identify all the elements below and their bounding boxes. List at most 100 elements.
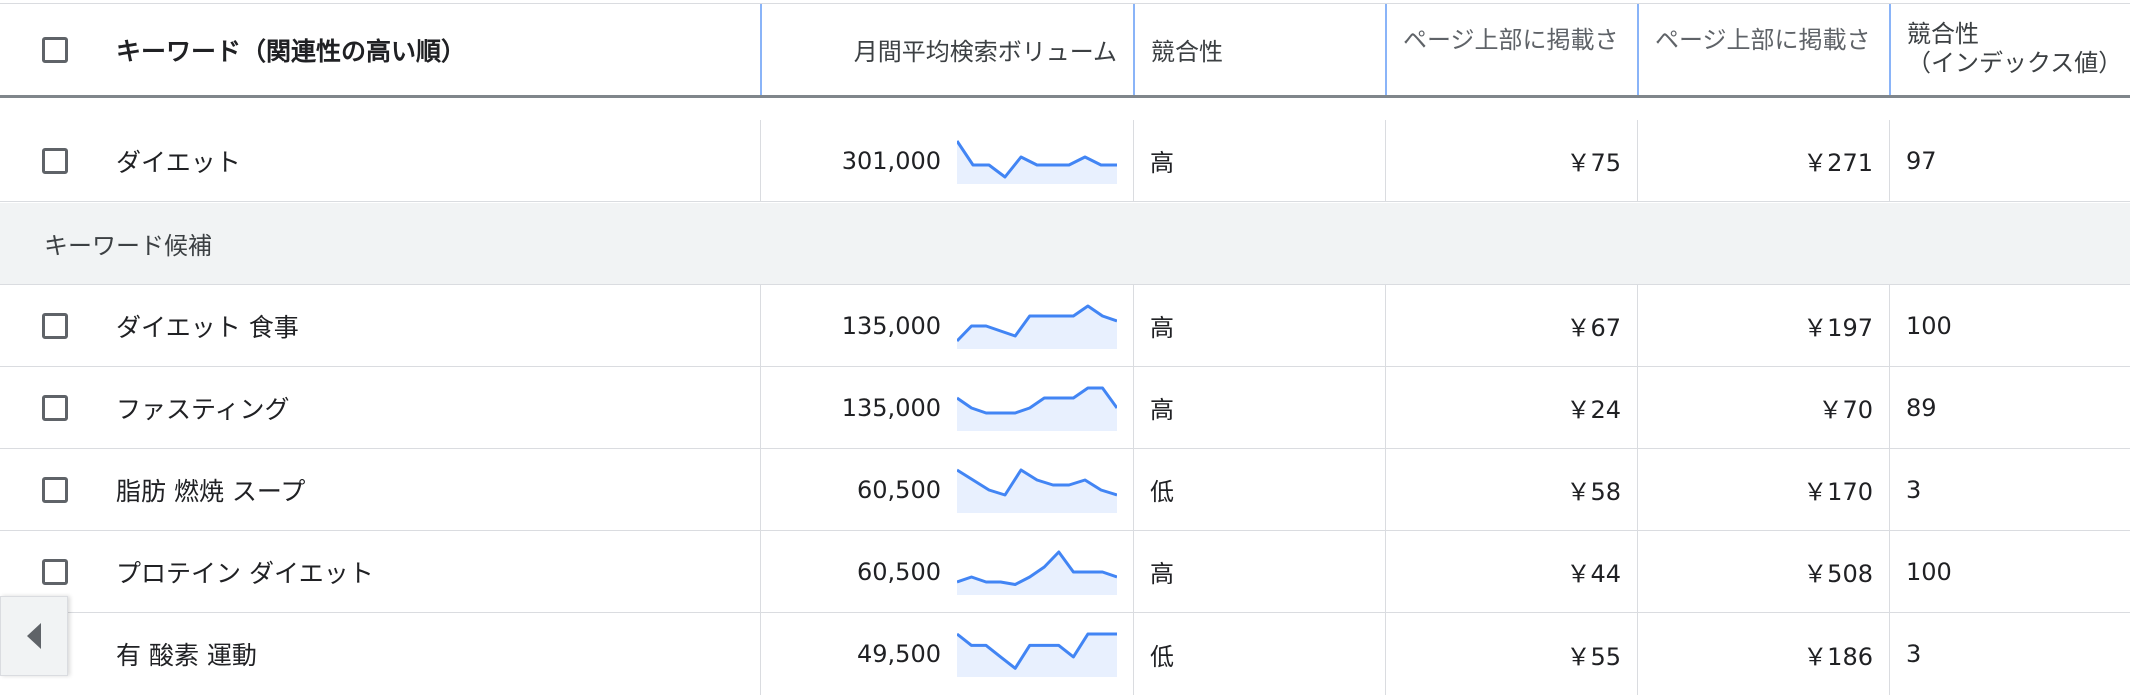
header-bid-high[interactable]: ページ上部に掲載さ (1637, 4, 1889, 95)
header-competition[interactable]: 競合性 (1133, 4, 1385, 95)
volume-value: 135,000 (841, 393, 941, 422)
row-checkbox[interactable] (42, 558, 68, 585)
header-bid-high-label: ページ上部に掲載さ (1655, 26, 1871, 54)
volume-value: 301,000 (841, 146, 941, 175)
comp-index-value: 3 (1906, 640, 1922, 668)
trend-sparkline (957, 386, 1117, 431)
volume-cell: 135,000 (760, 367, 1133, 448)
keyword-cell: プロテイン ダイエット (110, 531, 760, 612)
comp-index-value: 97 (1906, 146, 1937, 175)
bid-low-cell: ￥55 (1385, 613, 1637, 695)
bid-low-cell: ￥75 (1385, 120, 1637, 201)
volume-cell: 135,000 (760, 285, 1133, 366)
table-row[interactable]: ダイエット 食事 135,000 高 ￥67 ￥197 100 (0, 285, 2130, 367)
comp-index-value: 100 (1906, 557, 1952, 586)
competition-value: 高 (1150, 314, 1174, 342)
table-row[interactable]: プロテイン ダイエット 60,500 高 ￥44 ￥508 100 (0, 531, 2130, 613)
header-bid-low[interactable]: ページ上部に掲載さ (1385, 4, 1637, 95)
bid-high-cell: ￥271 (1637, 120, 1889, 201)
keyword-cell: ダイエット (110, 120, 760, 201)
row-checkbox-cell (0, 120, 110, 201)
header-keyword[interactable]: キーワード（関連性の高い順） (110, 4, 760, 95)
keyword-cell: 有 酸素 運動 (110, 613, 760, 695)
bid-low-cell: ￥24 (1385, 367, 1637, 448)
row-checkbox[interactable] (42, 394, 68, 421)
bid-low-value: ￥44 (1566, 560, 1621, 588)
competition-value: 高 (1150, 396, 1174, 424)
bid-high-value: ￥186 (1803, 642, 1873, 671)
keyword-text: 有 酸素 運動 (116, 641, 257, 670)
keyword-text: プロテイン ダイエット (116, 558, 374, 588)
table-row[interactable]: ダイエット 301,000 高 ￥75 ￥271 97 (0, 120, 2130, 202)
volume-value: 60,500 (857, 475, 941, 504)
keyword-text: ファスティング (116, 394, 290, 424)
competition-cell: 高 (1133, 531, 1385, 612)
group-row: キーワード候補 (0, 203, 2130, 285)
row-checkbox-cell (0, 367, 110, 448)
table-header: キーワード（関連性の高い順） 月間平均検索ボリューム 競合性 ページ上部に掲載さ… (0, 3, 2130, 98)
comp-index-cell: 89 (1889, 367, 2130, 448)
bid-low-value: ￥55 (1566, 642, 1621, 671)
volume-cell: 49,500 (760, 613, 1133, 695)
row-checkbox[interactable] (42, 147, 68, 174)
header-monthly-volume[interactable]: 月間平均検索ボリューム (760, 4, 1133, 95)
bid-low-value: ￥67 (1566, 314, 1621, 342)
volume-cell: 60,500 (760, 531, 1133, 612)
keyword-cell: ファスティング (110, 367, 760, 448)
keyword-cell: ダイエット 食事 (110, 285, 760, 366)
trend-sparkline (957, 304, 1117, 349)
trend-sparkline (957, 550, 1117, 595)
group-label: キーワード候補 (44, 232, 212, 260)
row-checkbox-cell (0, 449, 110, 530)
comp-index-value: 100 (1906, 311, 1952, 340)
header-keyword-label: キーワード（関連性の高い順） (116, 36, 467, 66)
keyword-text: ダイエット (116, 147, 241, 177)
header-competition-index[interactable]: 競合性 （インデックス値） (1889, 4, 2130, 95)
bid-low-value: ￥75 (1566, 149, 1621, 177)
competition-value: 低 (1150, 642, 1174, 671)
keyword-text: 脂肪 燃焼 スープ (116, 476, 306, 506)
volume-cell: 60,500 (760, 449, 1133, 530)
volume-cell: 301,000 (760, 120, 1133, 201)
bid-high-cell: ￥197 (1637, 285, 1889, 366)
row-checkbox[interactable] (42, 476, 68, 503)
competition-value: 低 (1150, 478, 1174, 506)
comp-index-cell: 97 (1889, 120, 2130, 201)
competition-cell: 高 (1133, 120, 1385, 201)
table-row[interactable]: 脂肪 燃焼 スープ 60,500 低 ￥58 ￥170 3 (0, 449, 2130, 531)
bid-high-value: ￥170 (1803, 478, 1873, 506)
bid-low-cell: ￥44 (1385, 531, 1637, 612)
row-checkbox-cell (0, 285, 110, 366)
select-all-checkbox[interactable] (42, 36, 68, 63)
header-comp-index-line2: （インデックス値） (1907, 49, 2123, 77)
table-row[interactable]: 有 酸素 運動 49,500 低 ￥55 ￥186 3 (0, 613, 2130, 695)
comp-index-value: 89 (1906, 393, 1937, 422)
chevron-left-icon (27, 623, 41, 649)
trend-sparkline (957, 139, 1117, 184)
keyword-cell: 脂肪 燃焼 スープ (110, 449, 760, 530)
competition-value: 高 (1150, 560, 1174, 588)
header-comp-index-line1: 競合性 (1907, 20, 1979, 48)
sparkline-area (957, 634, 1117, 677)
competition-cell: 高 (1133, 285, 1385, 366)
keyword-text: ダイエット 食事 (116, 312, 299, 342)
row-checkbox[interactable] (42, 312, 68, 339)
comp-index-cell: 100 (1889, 531, 2130, 612)
bid-high-cell: ￥70 (1637, 367, 1889, 448)
header-competition-label: 競合性 (1151, 38, 1223, 66)
competition-value: 高 (1150, 149, 1174, 177)
section-separator (0, 98, 2130, 121)
select-all-cell (0, 4, 110, 95)
header-monthly-volume-label: 月間平均検索ボリューム (853, 38, 1117, 66)
scroll-left-button[interactable] (0, 596, 68, 676)
trend-sparkline (957, 632, 1117, 677)
comp-index-cell: 3 (1889, 449, 2130, 530)
volume-value: 60,500 (857, 557, 941, 586)
table-row[interactable]: ファスティング 135,000 高 ￥24 ￥70 89 (0, 367, 2130, 449)
comp-index-value: 3 (1906, 475, 1922, 504)
volume-value: 135,000 (841, 311, 941, 340)
bid-high-value: ￥271 (1803, 149, 1873, 177)
competition-cell: 低 (1133, 613, 1385, 695)
bid-low-cell: ￥67 (1385, 285, 1637, 366)
trend-sparkline (957, 468, 1117, 513)
